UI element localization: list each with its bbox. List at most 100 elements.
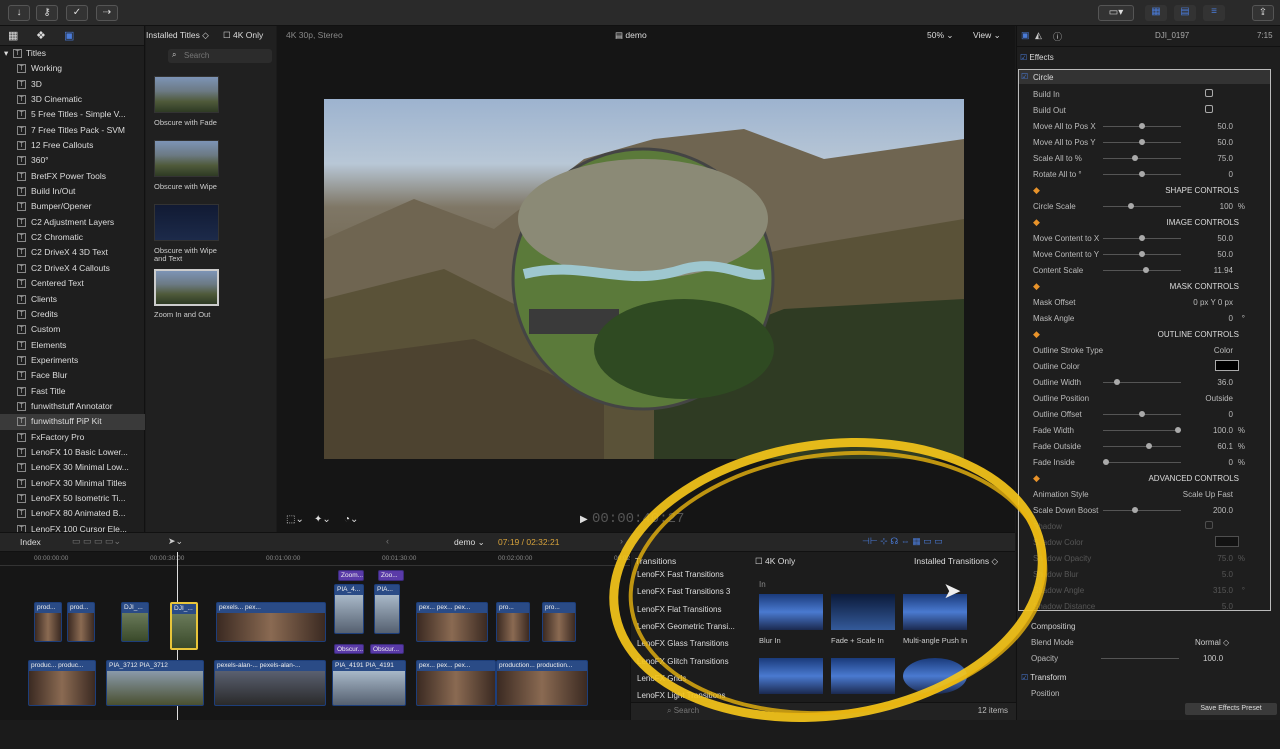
slider-knob[interactable] [1103,459,1109,465]
title-clip[interactable]: Zoom... [338,570,364,581]
param-slider[interactable] [1103,251,1181,257]
param-row[interactable]: Scale All to % 75.0 [1033,150,1273,166]
primary-clip[interactable]: PIA_3712 PIA_3712 [106,660,204,706]
opacity-value[interactable]: 100.0 [1203,654,1223,663]
title-thumb-3[interactable] [154,204,219,241]
param-slider[interactable] [1103,139,1181,145]
sidebar-item[interactable]: T Fast Title [0,384,145,399]
effect-header[interactable]: ☑ Circle [1019,70,1270,84]
disclosure-icon[interactable]: ▾ [4,46,8,61]
slider-knob[interactable] [1139,171,1145,177]
param-slider[interactable] [1103,123,1181,129]
param-value[interactable]: 5.0 [1222,570,1233,579]
sidebar-item[interactable]: T LenoFX 50 Isometric Ti... [0,491,145,506]
sidebar-item[interactable]: T 3D [0,77,145,92]
param-row[interactable]: Move All to Pos X 50.0 [1033,118,1273,134]
slider-knob[interactable] [1139,139,1145,145]
inspector-toggle-icon[interactable]: ≡ [1203,5,1225,21]
title-thumb-2[interactable] [154,140,219,177]
param-slider[interactable] [1103,267,1181,273]
param-slider[interactable] [1103,427,1181,433]
checkbox-icon[interactable]: ☑ [1020,53,1027,62]
select-tool-icon[interactable]: ➤⌄ [168,536,183,547]
sidebar-item[interactable]: T LenoFX 30 Minimal Titles [0,476,145,491]
sidebar-item[interactable]: T LenoFX 10 Basic Lower... [0,445,145,460]
param-slider[interactable] [1103,203,1181,209]
param-row[interactable]: Move All to Pos Y 50.0 [1033,134,1273,150]
connected-clip[interactable]: DJI_... [121,602,149,642]
search-input[interactable]: ⌕ Search [168,49,272,63]
sidebar-item[interactable]: T Face Blur [0,368,145,383]
connected-clip[interactable]: pexels... pex... [216,602,326,642]
clip-tools-icons[interactable]: ▭ ▭ ▭ ▭⌄ [72,536,121,547]
param-value[interactable]: 5.0 [1222,602,1233,611]
checkbox-icon[interactable]: ☑ [1021,72,1028,81]
param-row[interactable]: Fade Width 100.0% [1033,422,1273,438]
slider-knob[interactable] [1128,203,1135,209]
title-thumb-4[interactable] [154,269,219,306]
param-slider[interactable] [1103,507,1181,513]
view-menu[interactable]: View ⌄ [973,30,1001,41]
param-checkbox[interactable] [1205,521,1213,529]
browser-filter[interactable]: Installed Titles ◇ [146,30,218,41]
zoom-menu[interactable]: 50% ⌄ [927,30,954,41]
param-row[interactable]: Shadow Distance 5.0 [1033,598,1273,614]
param-value[interactable]: 0 px Y 0 px [1193,298,1233,307]
param-checkbox[interactable] [1205,89,1213,97]
save-effects-preset-button[interactable]: Save Effects Preset [1185,703,1277,715]
param-row[interactable]: Build Out [1033,102,1273,118]
param-value[interactable]: 50.0 [1217,138,1233,147]
key-icon[interactable]: ⚷ [36,5,58,21]
connected-clip[interactable]: PIA_4... [334,584,364,634]
param-value[interactable]: 11.94 [1214,266,1233,275]
sidebar-root[interactable]: ▾ T Titles [0,46,145,61]
enhance-icon[interactable]: ✦⌄ [314,514,331,525]
param-value[interactable]: 0 [1229,314,1233,323]
param-row[interactable]: ◆ MASK CONTROLS [1033,278,1273,294]
param-value[interactable]: 0 [1229,170,1233,179]
export-icon[interactable]: ⇢ [96,5,118,21]
effects-header[interactable]: ☑ Effects [1020,53,1054,62]
video-inspector-icon[interactable]: ▣ [1021,30,1030,41]
param-slider[interactable] [1103,235,1181,241]
primary-clip[interactable]: PIA_4191 PIA_4191 [332,660,406,706]
param-checkbox[interactable] [1205,105,1213,113]
param-value[interactable]: 75.0 [1217,154,1233,163]
param-row[interactable]: Shadow [1033,518,1273,534]
sidebar-item[interactable]: T Experiments [0,353,145,368]
sidebar-item[interactable]: T Working [0,61,145,76]
param-row[interactable]: Shadow Angle 315.0 ° [1033,582,1273,598]
slider-knob[interactable] [1113,379,1120,385]
sidebar-item[interactable]: T 12 Free Callouts [0,138,145,153]
param-row[interactable]: Circle Scale 100% [1033,198,1273,214]
back-icon[interactable]: ‹ [386,536,389,546]
param-value[interactable]: 60.1 [1217,442,1233,451]
param-row[interactable]: Build In [1033,86,1273,102]
param-value[interactable]: 50.0 [1217,122,1233,131]
primary-clip[interactable]: production... production... [496,660,588,706]
section-label[interactable]: MASK CONTROLS [1170,282,1239,291]
title-clip[interactable]: Obscur... [370,644,404,654]
forward-icon[interactable]: › [620,536,623,546]
title-thumb-1[interactable] [154,76,219,113]
transform-header[interactable]: ☑ Transform [1021,673,1066,682]
video-frame[interactable] [324,99,964,459]
connected-clip[interactable]: pro... [496,602,530,642]
sidebar-item[interactable]: Tfunwithstuff PiP Kit [0,414,145,430]
sidebar-item[interactable]: Tfunwithstuff Annotator [0,399,145,414]
param-value[interactable]: 75.0 [1217,554,1233,563]
param-row[interactable]: ◆ SHAPE CONTROLS [1033,182,1273,198]
param-value[interactable]: Outside [1205,394,1233,403]
4k-only-toggle[interactable]: ☐ 4K Only [223,30,263,41]
param-value[interactable]: 0 [1229,410,1233,419]
param-row[interactable]: Mask Angle 0 ° [1033,310,1273,326]
param-row[interactable]: Move Content to X 50.0 [1033,230,1273,246]
sidebar-item[interactable]: T Build In/Out [0,184,145,199]
timeline-toggle-icon[interactable]: ▤ [1174,5,1196,21]
param-value[interactable]: 100 [1220,202,1233,211]
param-row[interactable]: Outline Color [1033,358,1273,374]
param-value[interactable]: 315.0 [1213,586,1233,595]
sidebar-item[interactable]: T Credits [0,307,145,322]
param-row[interactable]: ◆ IMAGE CONTROLS [1033,214,1273,230]
param-value[interactable]: 36.0 [1217,378,1233,387]
